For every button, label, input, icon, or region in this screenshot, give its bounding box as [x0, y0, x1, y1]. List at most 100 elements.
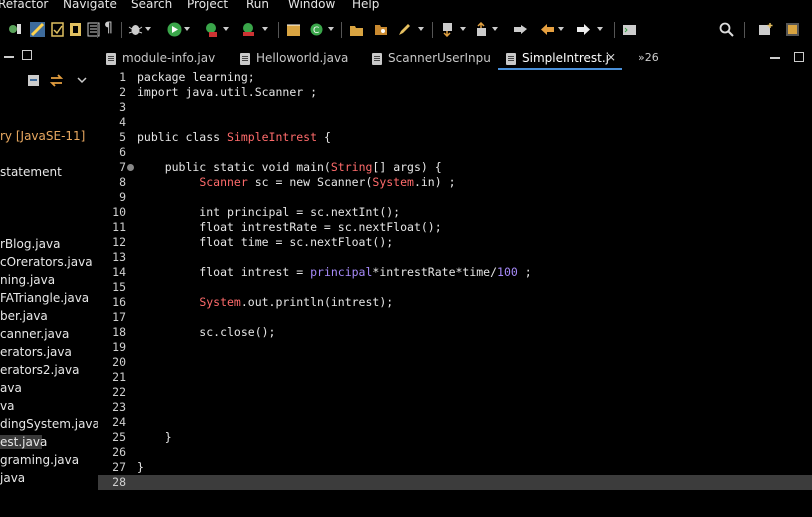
code-line[interactable]: 2 import java.util.Scanner ;	[98, 85, 812, 100]
mark-occurrences-icon[interactable]	[30, 22, 45, 37]
code-text: }	[137, 430, 172, 444]
line-number: 9	[119, 190, 126, 204]
code-line[interactable]: 16 System.out.println(intrest);	[98, 295, 812, 310]
code-line[interactable]: 18 sc.close();	[98, 325, 812, 340]
list-item[interactable]: ava	[0, 381, 22, 395]
line-number: 15	[112, 280, 126, 294]
toggle-breadcrumb-icon[interactable]	[8, 22, 23, 37]
line-number: 18	[112, 325, 126, 339]
list-item[interactable]: FATriangle.java	[0, 291, 89, 305]
menu-search[interactable]: Search	[131, 0, 172, 11]
code-line[interactable]: 20	[98, 355, 812, 370]
outline-icon[interactable]	[86, 22, 101, 37]
code-line[interactable]: 12 float time = sc.nextFloat();	[98, 235, 812, 250]
code-line[interactable]: 19	[98, 340, 812, 355]
list-item-selected[interactable]: est.java	[0, 435, 47, 449]
line-number: 7	[119, 160, 126, 174]
list-item[interactable]: va	[0, 399, 14, 413]
external-tools-icon[interactable]	[241, 22, 256, 37]
close-icon[interactable]: ⨯	[606, 50, 616, 64]
list-item[interactable]: cOrerators.java	[0, 255, 93, 269]
list-item[interactable]: canner.java	[0, 327, 69, 341]
code-line[interactable]: 4	[98, 115, 812, 130]
code-line[interactable]: 9	[98, 190, 812, 205]
list-item[interactable]: dingSystem.java	[0, 417, 100, 431]
debug-icon[interactable]	[128, 22, 143, 37]
code-line[interactable]: 13	[98, 250, 812, 265]
code-line[interactable]: 23	[98, 400, 812, 415]
list-item[interactable]: ning.java	[0, 273, 55, 287]
back-arrow-icon[interactable]	[540, 22, 555, 37]
list-item[interactable]: java	[0, 471, 25, 485]
menu-help[interactable]: Help	[352, 0, 379, 11]
edit-pencil-icon[interactable]	[397, 22, 412, 37]
line-number: 22	[112, 385, 126, 399]
code-line[interactable]: 25 }	[98, 430, 812, 445]
line-number: 11	[112, 220, 126, 234]
new-java-package-icon[interactable]	[286, 22, 301, 37]
code-line[interactable]: 6	[98, 145, 812, 160]
terminal-icon[interactable]	[622, 22, 637, 37]
code-text: public class SimpleIntrest {	[137, 130, 331, 144]
code-line[interactable]: 10 int principal = sc.nextInt();	[98, 205, 812, 220]
code-line[interactable]: 8 Scanner sc = new Scanner(System.in) ;	[98, 175, 812, 190]
menu-window[interactable]: Window	[288, 0, 335, 11]
view-menu-icon[interactable]	[77, 76, 87, 84]
search-icon[interactable]	[719, 22, 734, 37]
open-folder-icon[interactable]	[349, 22, 364, 37]
open-resource-icon[interactable]	[373, 22, 388, 37]
code-line[interactable]: 7 public static void main(String[] args)…	[98, 160, 812, 175]
run-icon[interactable]	[167, 22, 182, 37]
tab-helloworld[interactable]: Helloworld.java	[232, 48, 364, 70]
next-annotation-icon[interactable]	[440, 22, 455, 37]
list-item[interactable]: statement	[0, 165, 62, 179]
code-line[interactable]: 17	[98, 310, 812, 325]
minimize-icon[interactable]	[770, 53, 780, 63]
forward-arrow-icon[interactable]	[576, 22, 591, 37]
menu-navigate[interactable]: Navigate	[63, 0, 117, 11]
last-edit-location-icon[interactable]	[513, 22, 528, 37]
code-line[interactable]: 24	[98, 415, 812, 430]
code-line[interactable]: 11 float intrestRate = sc.nextFloat();	[98, 220, 812, 235]
code-text: float intrest = principal*intrestRate*ti…	[137, 265, 532, 279]
java-perspective-icon[interactable]	[785, 22, 800, 37]
code-line[interactable]: 1 package learning;	[98, 70, 812, 85]
coverage-icon[interactable]	[204, 22, 219, 37]
code-line[interactable]: 27}	[98, 460, 812, 475]
maximize-icon[interactable]	[794, 52, 804, 62]
code-line[interactable]: 26	[98, 445, 812, 460]
code-line[interactable]: 3	[98, 100, 812, 115]
link-with-editor-icon[interactable]	[49, 74, 64, 87]
code-line[interactable]: 21	[98, 370, 812, 385]
list-item[interactable]: ber.java	[0, 309, 48, 323]
list-item[interactable]: erators2.java	[0, 363, 80, 377]
code-line[interactable]: 22	[98, 385, 812, 400]
list-item[interactable]: erators.java	[0, 345, 72, 359]
code-line[interactable]: 28	[98, 475, 812, 490]
menu-refactor[interactable]: Refactor	[0, 0, 48, 11]
block-selection-icon[interactable]	[50, 22, 65, 37]
new-class-icon[interactable]: C	[309, 22, 324, 37]
tab-simpleintrest[interactable]: SimpleIntrest.j ⨯	[498, 48, 622, 70]
code-line[interactable]: 14 float intrest = principal*intrestRate…	[98, 265, 812, 280]
jre-system-library-item[interactable]: ry [JavaSE-11]	[0, 129, 85, 143]
override-marker-icon[interactable]	[127, 164, 134, 171]
open-task-icon[interactable]	[68, 22, 83, 37]
maximize-icon[interactable]	[22, 50, 32, 60]
list-item[interactable]: rBlog.java	[0, 237, 60, 251]
editor-tab-bar: module-info.jav Helloworld.java ScannerU…	[98, 48, 812, 70]
open-perspective-icon[interactable]	[758, 22, 773, 37]
minimize-icon[interactable]	[4, 52, 14, 62]
menu-project[interactable]: Project	[187, 0, 228, 11]
list-item[interactable]: graming.java	[0, 453, 79, 467]
code-line[interactable]: 5 public class SimpleIntrest {	[98, 130, 812, 145]
tab-overflow-button[interactable]: »26	[638, 51, 659, 64]
menu-run[interactable]: Run	[246, 0, 269, 11]
tab-scanneruserinput[interactable]: ScannerUserInpu	[364, 48, 496, 70]
code-line[interactable]: 15	[98, 280, 812, 295]
line-number: 19	[112, 340, 126, 354]
collapse-all-icon[interactable]	[27, 74, 40, 87]
tab-module-info[interactable]: module-info.jav	[98, 48, 232, 70]
pilcrow-icon[interactable]: ¶	[104, 20, 119, 36]
previous-annotation-icon[interactable]	[474, 22, 489, 37]
